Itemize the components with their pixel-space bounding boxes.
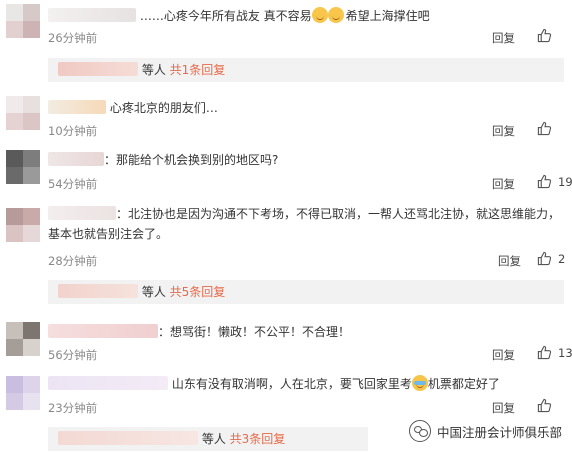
comment-text: ……心疼今年所有战友 真不容易 希望上海撑住吧 <box>48 6 564 26</box>
thumbs-up-icon <box>537 28 552 43</box>
replies-summary[interactable]: 等人 共3条回复 <box>48 427 368 451</box>
blurred-username[interactable] <box>48 100 106 114</box>
crying-emoji-icon <box>411 375 428 391</box>
like-button[interactable]: 2 <box>537 251 565 266</box>
replies-summary[interactable]: 等人 共5条回复 <box>48 280 564 304</box>
like-button[interactable] <box>537 121 558 136</box>
comment-time: 10分钟前 <box>48 124 98 138</box>
reply-button[interactable]: 回复 <box>492 30 515 46</box>
blurred-username <box>58 431 198 445</box>
replies-summary[interactable]: 等人 共1条回复 <box>48 58 564 82</box>
blurred-username[interactable] <box>48 206 116 220</box>
thumbs-up-icon <box>537 398 552 413</box>
reply-count-link[interactable]: 共5条回复 <box>170 285 226 299</box>
thumbs-up-icon <box>537 251 552 266</box>
blurred-username[interactable] <box>48 376 168 390</box>
comment-text: 心疼北京的朋友们… <box>48 98 564 118</box>
avatar[interactable] <box>6 96 40 130</box>
like-button[interactable]: 19 <box>537 174 572 189</box>
comment-text: ：那能给个机会换到别的地区吗? <box>48 150 564 170</box>
reply-button[interactable]: 回复 <box>492 347 515 363</box>
reply-button[interactable]: 回复 <box>498 253 521 269</box>
wechat-icon <box>408 420 431 442</box>
thumbs-up-icon <box>537 174 552 189</box>
blurred-username[interactable] <box>48 152 104 166</box>
reply-button[interactable]: 回复 <box>492 176 515 192</box>
reply-button[interactable]: 回复 <box>492 400 515 416</box>
comment-time: 28分钟前 <box>48 254 98 268</box>
watermark: 中国注册会计师俱乐部 <box>408 420 562 442</box>
avatar[interactable] <box>6 150 40 184</box>
blurred-username[interactable] <box>48 324 158 338</box>
reply-count-link[interactable]: 共3条回复 <box>230 432 286 446</box>
avatar[interactable] <box>6 4 40 38</box>
like-count: 13 <box>558 345 572 360</box>
sweat-emoji-icon <box>311 7 328 23</box>
avatar[interactable] <box>6 208 40 242</box>
like-button[interactable] <box>537 398 558 413</box>
comment-text: ：想骂街！懒政！不公平！不合理！ <box>48 322 564 342</box>
thumbs-up-icon <box>537 121 552 136</box>
avatar[interactable] <box>6 322 40 356</box>
comment-text: 山东有没有取消啊，人在北京，要飞回家里考 机票都定好了 <box>48 374 564 394</box>
like-count: 2 <box>558 251 566 266</box>
like-count: 19 <box>558 174 572 189</box>
thumbs-up-icon <box>537 345 552 360</box>
comment-time: 23分钟前 <box>48 401 98 415</box>
avatar[interactable] <box>6 376 40 410</box>
sweat-emoji-icon <box>327 7 344 23</box>
comment-text: ：北注协也是因为沟通不下考场，不得已取消，一帮人还骂北注协，就这思维能力，基本也… <box>48 206 561 241</box>
comment-time: 56分钟前 <box>48 348 98 362</box>
watermark-text: 中国注册会计师俱乐部 <box>436 424 562 440</box>
comment-time: 26分钟前 <box>48 31 98 45</box>
like-button[interactable]: 13 <box>537 345 572 360</box>
blurred-username <box>58 284 138 298</box>
reply-count-link[interactable]: 共1条回复 <box>170 63 226 77</box>
comment-time: 54分钟前 <box>48 177 98 191</box>
blurred-username <box>58 62 138 76</box>
like-button[interactable] <box>537 28 558 43</box>
reply-button[interactable]: 回复 <box>492 123 515 139</box>
blurred-username[interactable] <box>48 8 136 22</box>
